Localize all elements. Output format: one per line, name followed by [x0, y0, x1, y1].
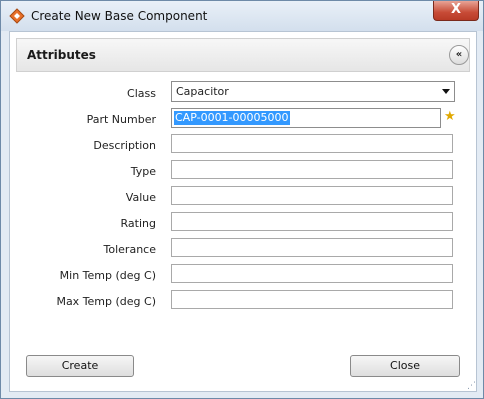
create-button[interactable]: Create — [26, 355, 134, 377]
part-number-value: CAP-0001-00005000 — [174, 111, 290, 125]
resize-grip-icon[interactable]: ⋰ — [467, 381, 476, 391]
app-icon — [9, 8, 25, 24]
window-close-button[interactable]: X — [433, 1, 479, 21]
max-temp-label: Max Temp (deg C) — [56, 295, 156, 308]
rating-label: Rating — [120, 217, 156, 230]
title-bar[interactable]: Create New Base Component X — [1, 1, 483, 31]
dialog-window: Create New Base Component X Attributes «… — [0, 0, 484, 399]
type-input[interactable] — [171, 160, 453, 179]
chevron-down-icon — [442, 89, 450, 94]
star-icon[interactable]: ★ — [444, 110, 456, 124]
close-button[interactable]: Close — [350, 355, 460, 377]
min-temp-label: Min Temp (deg C) — [59, 269, 156, 282]
description-input[interactable] — [171, 134, 453, 153]
class-label: Class — [127, 87, 156, 100]
class-select[interactable]: Capacitor — [171, 81, 455, 102]
description-label: Description — [93, 139, 156, 152]
dialog-body: Attributes « Class Capacitor Part Number… — [9, 31, 477, 392]
attributes-section-header: Attributes « — [16, 38, 470, 72]
min-temp-input[interactable] — [171, 264, 453, 283]
section-title: Attributes — [27, 48, 96, 62]
part-number-label: Part Number — [86, 113, 156, 126]
type-label: Type — [130, 165, 156, 178]
part-number-input[interactable]: CAP-0001-00005000 — [171, 108, 441, 128]
max-temp-input[interactable] — [171, 290, 453, 309]
class-select-value: Capacitor — [176, 85, 229, 98]
tolerance-label: Tolerance — [103, 243, 156, 256]
rating-input[interactable] — [171, 212, 453, 231]
window-title: Create New Base Component — [31, 9, 208, 23]
value-input[interactable] — [171, 186, 453, 205]
collapse-icon[interactable]: « — [449, 45, 469, 65]
tolerance-input[interactable] — [171, 238, 453, 257]
value-label: Value — [125, 191, 156, 204]
